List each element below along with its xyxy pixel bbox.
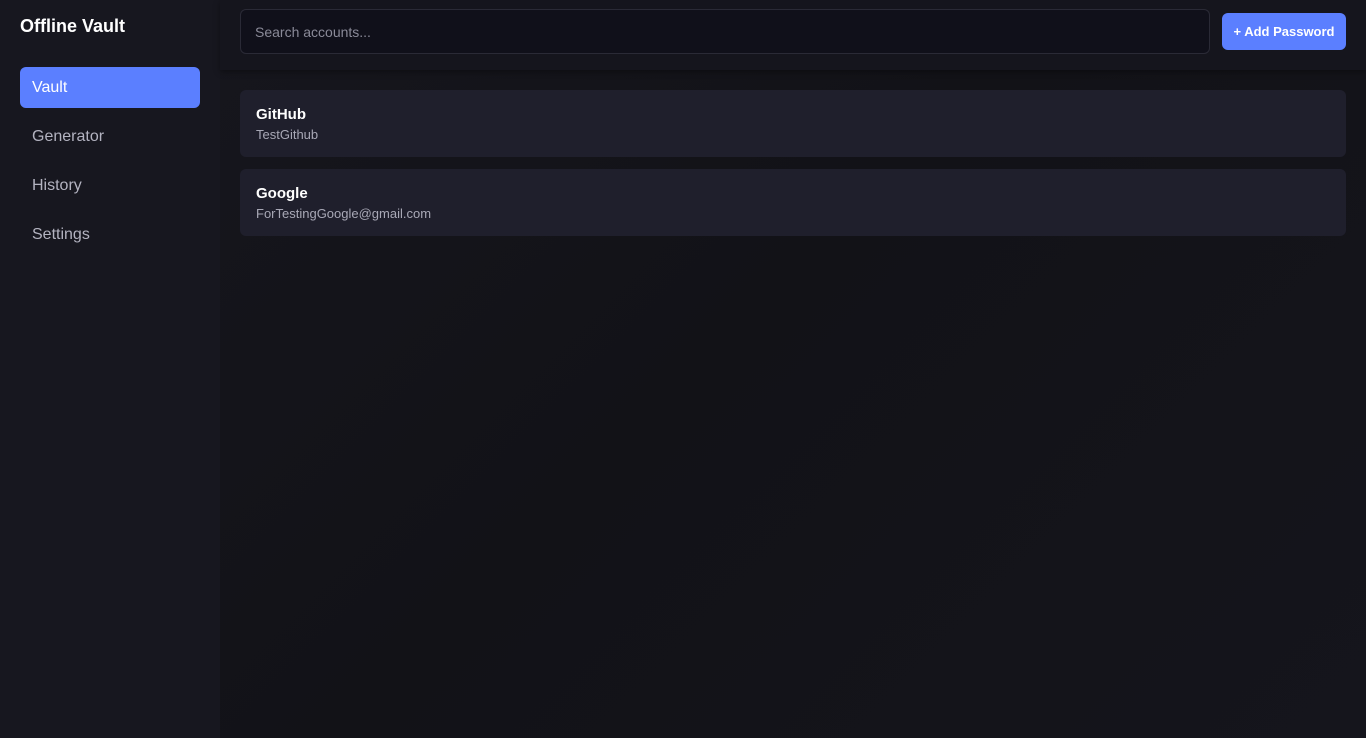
- sidebar-item-settings[interactable]: Settings: [20, 214, 200, 255]
- account-card-github[interactable]: GitHub TestGithub: [240, 90, 1346, 157]
- top-bar: + Add Password: [220, 0, 1366, 70]
- sidebar-nav: Vault Generator History Settings: [20, 67, 200, 263]
- main-content: + Add Password GitHub TestGithub Google …: [220, 0, 1366, 738]
- account-username: ForTestingGoogle@gmail.com: [256, 206, 432, 221]
- account-username: TestGithub: [256, 127, 319, 142]
- sidebar-item-history[interactable]: History: [20, 165, 200, 206]
- sidebar-item-vault[interactable]: Vault: [20, 67, 200, 108]
- app-window: Offline Vault Vault Generator History Se…: [0, 0, 1366, 738]
- account-list: GitHub TestGithub Google ForTestingGoogl…: [240, 90, 1346, 248]
- account-card-google[interactable]: Google ForTestingGoogle@gmail.com: [240, 169, 1346, 236]
- sidebar: Offline Vault Vault Generator History Se…: [0, 0, 220, 738]
- search-input[interactable]: [240, 9, 1210, 54]
- account-name: Google: [256, 185, 308, 202]
- account-name: GitHub: [256, 106, 306, 123]
- app-title: Offline Vault: [20, 16, 126, 36]
- add-password-button[interactable]: + Add Password: [1222, 13, 1346, 50]
- sidebar-item-generator[interactable]: Generator: [20, 116, 200, 157]
